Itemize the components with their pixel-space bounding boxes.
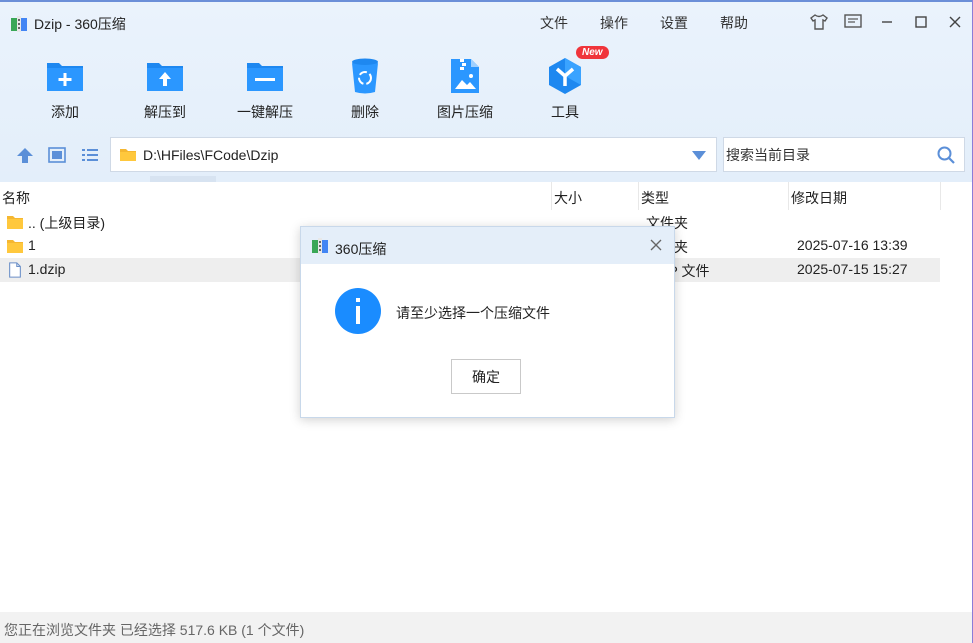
- image-compress-button[interactable]: 图片压缩: [420, 54, 510, 122]
- tshirt-icon: [810, 14, 828, 30]
- window-title: Dzip - 360压缩: [10, 14, 126, 34]
- folder-icon: [7, 240, 23, 253]
- dialog-title: 360压缩: [335, 241, 387, 257]
- one-click-extract-button[interactable]: 一键解压: [220, 54, 310, 122]
- tools-icon: [549, 58, 581, 94]
- list-view-button[interactable]: [79, 144, 101, 166]
- column-modified[interactable]: 修改日期: [791, 188, 847, 208]
- file-name: 1: [28, 237, 36, 253]
- ok-button[interactable]: 确定: [451, 359, 521, 394]
- up-button[interactable]: [14, 144, 36, 166]
- minimize-icon: [882, 21, 892, 23]
- maximize-icon: [915, 16, 927, 28]
- dialog-close-button[interactable]: [646, 235, 666, 255]
- status-bar: 您正在浏览文件夹 已经选择 517.6 KB (1 个文件): [0, 612, 973, 643]
- path-bar[interactable]: D:\HFiles\FCode\Dzip: [110, 137, 717, 172]
- extract-to-label: 解压到: [144, 104, 186, 120]
- file-name: 1.dzip: [28, 261, 66, 277]
- column-divider[interactable]: [788, 182, 789, 210]
- message-icon: [844, 14, 862, 28]
- thumbnail-view-button[interactable]: [46, 144, 68, 166]
- window-controls: [807, 10, 967, 34]
- file-modified: 2025-07-16 13:39: [797, 237, 908, 253]
- status-text: 您正在浏览文件夹 已经选择 517.6 KB (1 个文件): [4, 622, 305, 638]
- close-button[interactable]: [943, 10, 967, 34]
- dialog-message: 请至少选择一个压缩文件: [396, 305, 550, 321]
- one-click-extract-icon: [247, 63, 283, 91]
- alert-dialog: 360压缩 请至少选择一个压缩文件 确定: [300, 226, 675, 418]
- app-logo-icon: [312, 238, 328, 254]
- recycle-bin-icon: [352, 58, 378, 94]
- column-name[interactable]: 名称: [2, 188, 30, 208]
- column-divider[interactable]: [940, 182, 941, 210]
- column-divider[interactable]: [551, 182, 552, 210]
- search-box: [723, 137, 965, 172]
- feedback-button[interactable]: [841, 10, 865, 34]
- image-compress-label: 图片压缩: [437, 104, 493, 120]
- top-bar: Dzip - 360压缩 文件 操作 设置 帮助 添加 解压到 一键解压 删除 …: [0, 0, 973, 184]
- column-size[interactable]: 大小: [554, 188, 582, 208]
- file-icon: [9, 262, 21, 278]
- new-badge: New: [576, 46, 609, 59]
- delete-button[interactable]: 删除: [320, 54, 410, 122]
- search-button[interactable]: [936, 145, 956, 168]
- tools-label: 工具: [551, 104, 579, 120]
- folder-icon: [7, 216, 23, 229]
- minimize-button[interactable]: [875, 10, 899, 34]
- skin-button[interactable]: [807, 10, 831, 34]
- menu-help[interactable]: 帮助: [720, 13, 780, 33]
- menu-bar: 文件 操作 设置 帮助: [540, 13, 780, 33]
- menu-operation[interactable]: 操作: [600, 13, 660, 33]
- image-compress-icon: [451, 59, 479, 93]
- dialog-title-bar[interactable]: 360压缩: [301, 227, 674, 264]
- app-logo-icon: [11, 16, 27, 32]
- navigation-row: D:\HFiles\FCode\Dzip: [0, 136, 973, 174]
- delete-label: 删除: [351, 104, 379, 120]
- arrow-up-icon: [17, 148, 33, 163]
- menu-settings[interactable]: 设置: [660, 13, 720, 33]
- window-title-text: Dzip - 360压缩: [34, 16, 126, 32]
- maximize-button[interactable]: [909, 10, 933, 34]
- column-header: 名称 大小 类型 修改日期: [0, 182, 940, 210]
- column-type[interactable]: 类型: [641, 188, 669, 208]
- close-icon: [949, 16, 961, 28]
- extract-to-button[interactable]: 解压到: [120, 54, 210, 122]
- search-input[interactable]: [726, 146, 926, 163]
- add-label: 添加: [51, 104, 79, 120]
- close-icon: [650, 239, 662, 251]
- add-button[interactable]: 添加: [20, 54, 110, 122]
- folder-icon: [120, 148, 136, 161]
- extract-to-icon: [147, 63, 183, 91]
- file-name: .. (上级目录): [28, 215, 105, 231]
- path-dropdown-icon[interactable]: [692, 151, 706, 160]
- column-divider[interactable]: [638, 182, 639, 210]
- search-icon: [937, 146, 955, 164]
- list-view-icon: [82, 149, 98, 161]
- path-text: D:\HFiles\FCode\Dzip: [143, 146, 279, 163]
- file-modified: 2025-07-15 15:27: [797, 261, 908, 277]
- info-icon: [335, 288, 381, 334]
- menu-file[interactable]: 文件: [540, 13, 600, 33]
- add-folder-icon: [47, 63, 83, 91]
- one-click-extract-label: 一键解压: [237, 104, 293, 120]
- tools-button[interactable]: New 工具: [520, 46, 610, 122]
- thumbnail-view-icon: [48, 147, 66, 163]
